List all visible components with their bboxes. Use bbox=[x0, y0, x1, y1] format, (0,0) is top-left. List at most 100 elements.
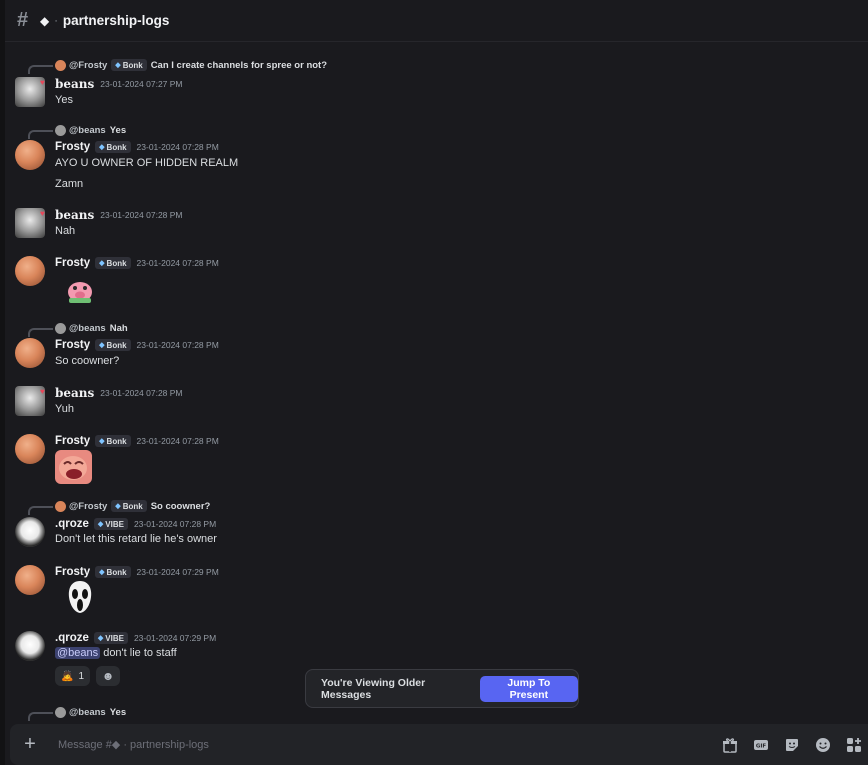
reply-author[interactable]: @beans bbox=[69, 707, 106, 718]
author-name[interactable]: Frosty bbox=[55, 435, 90, 447]
message-text: Yes bbox=[55, 94, 73, 106]
reply-author[interactable]: @beans bbox=[69, 125, 106, 136]
reply-avatar bbox=[55, 500, 66, 512]
gem-icon: ◆ bbox=[99, 342, 105, 349]
message-header: Frosty ◆ Bonk 23-01-2024 07:28 PM bbox=[55, 338, 219, 352]
message-item: @beans Nah Frosty ◆ Bonk 23-01-2024 07:28… bbox=[5, 321, 868, 376]
reply-preview[interactable]: @Frosty ◆ Bonk Can I create channels for … bbox=[28, 58, 327, 74]
author-name[interactable]: beans bbox=[55, 77, 94, 91]
reply-author[interactable]: @beans bbox=[69, 323, 106, 334]
reaction-bar: 🙇 1 ☻ bbox=[55, 666, 121, 686]
message-item: ♥ beans 23-01-2024 07:28 PM Nah bbox=[5, 208, 868, 242]
diamond-icon: ◆ bbox=[40, 13, 50, 28]
message-item: @beans Yes Frosty ◆ Bonk 23-01-2024 07:28… bbox=[5, 123, 868, 193]
author-name[interactable]: Frosty bbox=[55, 141, 90, 153]
server-tag: ◆ VIBE bbox=[93, 518, 128, 530]
apps-icon[interactable] bbox=[845, 736, 862, 753]
ghost-face-sticker[interactable] bbox=[65, 579, 95, 615]
avatar[interactable] bbox=[15, 256, 45, 286]
avatar[interactable] bbox=[15, 140, 45, 170]
reply-author-tag: ◆ Bonk bbox=[111, 59, 147, 71]
older-messages-text: You're Viewing Older Messages bbox=[321, 676, 426, 701]
reply-author-tag: ◆ Bonk bbox=[111, 500, 147, 512]
gif-icon[interactable]: GIF bbox=[752, 736, 769, 753]
author-name[interactable]: Frosty bbox=[55, 257, 90, 269]
emoji-icon[interactable] bbox=[814, 736, 831, 753]
message-text: Don't let this retard lie he's owner bbox=[55, 533, 217, 545]
reply-text: Nah bbox=[109, 322, 128, 334]
server-tag: ◆ VIBE bbox=[93, 632, 128, 644]
message-text: Yuh bbox=[55, 403, 74, 415]
reply-text: So coowner? bbox=[150, 500, 211, 512]
author-name[interactable]: beans bbox=[55, 208, 94, 222]
reply-author[interactable]: @Frosty bbox=[69, 501, 107, 512]
timestamp: 23-01-2024 07:28 PM bbox=[136, 340, 219, 350]
message-composer: + GIF bbox=[10, 724, 868, 765]
gem-icon: ◆ bbox=[99, 438, 105, 445]
reaction-button[interactable]: 🙇 1 bbox=[55, 666, 91, 686]
emoji-reaction-icon: 🙇 bbox=[61, 670, 74, 682]
channel-header: # ◆ · partnership-logs bbox=[5, 0, 868, 42]
message-header: Frosty ◆ Bonk 23-01-2024 07:28 PM bbox=[55, 256, 219, 270]
message-text: @beans don't lie to staff bbox=[55, 647, 177, 659]
timestamp: 23-01-2024 07:28 PM bbox=[100, 388, 183, 398]
pink-pig-sticker[interactable] bbox=[65, 276, 95, 306]
attach-plus-icon[interactable]: + bbox=[10, 733, 50, 756]
reply-preview[interactable]: @beans Yes bbox=[28, 123, 126, 139]
avatar[interactable] bbox=[15, 517, 45, 547]
timestamp: 23-01-2024 07:28 PM bbox=[136, 436, 219, 446]
message-input[interactable] bbox=[58, 729, 658, 760]
avatar[interactable] bbox=[15, 565, 45, 595]
sticker-icon[interactable] bbox=[783, 736, 800, 753]
older-messages-bar: You're Viewing Older Messages Jump To Pr… bbox=[305, 669, 579, 708]
message-item: Frosty ◆ Bonk 23-01-2024 07:28 PM bbox=[5, 434, 868, 489]
channel-hash-icon: # bbox=[17, 9, 29, 31]
laughing-face-image[interactable] bbox=[55, 450, 92, 484]
user-mention[interactable]: @beans bbox=[55, 647, 101, 659]
server-tag: ◆ Bonk bbox=[95, 141, 131, 153]
add-reaction-button[interactable]: ☻ bbox=[96, 666, 121, 686]
server-tag: ◆ Bonk bbox=[95, 257, 131, 269]
jump-to-present-button[interactable]: Jump To Present bbox=[479, 675, 578, 702]
heart-icon: ♥ bbox=[40, 78, 45, 87]
reply-avatar bbox=[55, 322, 66, 334]
reply-text: Yes bbox=[109, 706, 127, 718]
message-header: Frosty ◆ Bonk 23-01-2024 07:29 PM bbox=[55, 565, 219, 579]
author-name[interactable]: beans bbox=[55, 386, 94, 400]
reply-preview[interactable]: @beans Yes bbox=[28, 705, 127, 721]
reply-connector bbox=[28, 65, 53, 74]
message-text-rest: don't lie to staff bbox=[100, 647, 177, 659]
author-name[interactable]: .qroze bbox=[55, 518, 89, 530]
discord-channel-view: # ◆ · partnership-logs @Frosty ◆ Bonk Can… bbox=[0, 0, 868, 765]
gem-icon: ◆ bbox=[99, 260, 105, 267]
reaction-count: 1 bbox=[78, 670, 85, 682]
server-tag: ◆ Bonk bbox=[95, 339, 131, 351]
svg-text:GIF: GIF bbox=[755, 743, 766, 749]
avatar[interactable] bbox=[15, 434, 45, 464]
gem-icon: ◆ bbox=[97, 635, 104, 642]
author-name[interactable]: Frosty bbox=[55, 566, 90, 578]
smiley-icon: ☻ bbox=[101, 669, 115, 683]
message-item: ♥ beans 23-01-2024 07:28 PM Yuh bbox=[5, 386, 868, 420]
reply-author[interactable]: @Frosty bbox=[69, 60, 107, 71]
heart-icon: ♥ bbox=[40, 387, 45, 396]
reply-preview[interactable]: @beans Nah bbox=[28, 321, 128, 337]
avatar[interactable] bbox=[15, 338, 45, 368]
timestamp: 23-01-2024 07:29 PM bbox=[133, 633, 217, 643]
message-header: .qroze ◆ VIBE 23-01-2024 07:29 PM bbox=[55, 631, 216, 645]
message-text: So coowner? bbox=[55, 355, 120, 367]
gem-icon: ◆ bbox=[115, 62, 121, 69]
avatar[interactable] bbox=[15, 631, 45, 661]
message-item: Frosty ◆ Bonk 23-01-2024 07:28 PM bbox=[5, 256, 868, 311]
author-name[interactable]: .qroze bbox=[55, 632, 89, 644]
author-name[interactable]: Frosty bbox=[55, 339, 90, 351]
separator-dot: · bbox=[54, 14, 58, 27]
reply-avatar bbox=[55, 706, 66, 718]
reply-connector bbox=[28, 328, 53, 337]
message-header: Frosty ◆ Bonk 23-01-2024 07:28 PM bbox=[55, 434, 219, 448]
gift-icon[interactable] bbox=[721, 736, 738, 753]
message-list[interactable]: @Frosty ◆ Bonk Can I create channels for … bbox=[5, 43, 868, 723]
gem-icon: ◆ bbox=[99, 569, 105, 576]
reply-avatar bbox=[55, 124, 66, 136]
reply-preview[interactable]: @Frosty ◆ Bonk So coowner? bbox=[28, 499, 211, 515]
